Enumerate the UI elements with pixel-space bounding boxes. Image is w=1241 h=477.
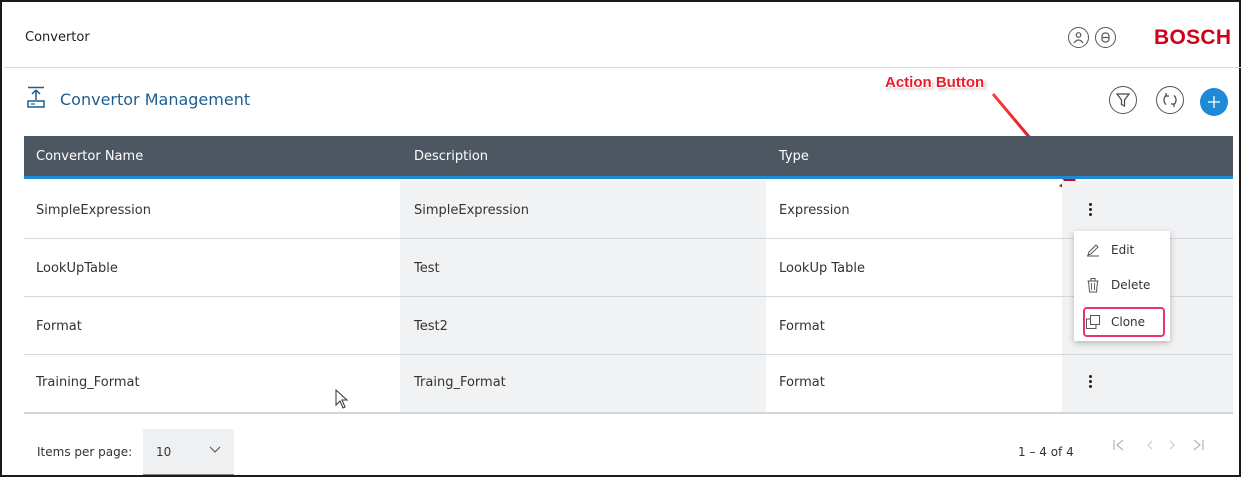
filter-button[interactable]: [1109, 86, 1137, 114]
cell-convertor-name: LookUpTable: [36, 261, 118, 276]
items-per-page-label: Items per page:: [37, 445, 133, 459]
column-header-type[interactable]: Type: [779, 149, 809, 164]
table-header: Convertor Name Description Type: [24, 136, 1233, 179]
app-frame: Convertor BOSCH Convertor Management Act…: [0, 0, 1241, 477]
cell-description: Test: [414, 261, 440, 276]
annotation-label: Action Button: [885, 74, 985, 91]
page-title: Convertor Management: [60, 90, 251, 109]
next-page-icon[interactable]: [1166, 438, 1178, 452]
table-row[interactable]: SimpleExpression SimpleExpression Expres…: [24, 181, 1233, 239]
menu-item-edit[interactable]: Edit: [1084, 237, 1166, 263]
cell-description: Traing_Format: [414, 375, 506, 390]
cell-description: Test2: [414, 319, 448, 334]
menu-item-delete[interactable]: Delete: [1084, 272, 1166, 298]
filter-icon: [1116, 93, 1130, 107]
table-row[interactable]: Training_Format Traing_Format Format: [24, 355, 1233, 413]
chevron-down-icon: [209, 446, 221, 453]
add-convertor-button[interactable]: [1200, 88, 1228, 116]
cell-convertor-name: Training_Format: [36, 375, 140, 390]
cell-convertor-name: Format: [36, 319, 82, 334]
column-header-description[interactable]: Description: [414, 149, 488, 164]
pagination-range: 1 – 4 of 4: [1018, 445, 1074, 459]
cell-type: Expression: [779, 203, 850, 218]
top-bar: Convertor BOSCH: [4, 4, 1241, 68]
items-per-page-value: 10: [156, 445, 172, 459]
cell-type: LookUp Table: [779, 261, 865, 276]
last-page-icon[interactable]: [1191, 438, 1205, 452]
trash-icon: [1084, 277, 1102, 293]
cell-convertor-name: SimpleExpression: [36, 203, 151, 218]
row-action-button[interactable]: [1082, 199, 1098, 219]
menu-item-label: Delete: [1111, 278, 1151, 292]
cell-shade: [400, 239, 766, 296]
pencil-icon: [1084, 243, 1102, 257]
clone-highlight-box: [1083, 307, 1165, 337]
app-title: Convertor: [25, 30, 90, 45]
refresh-icon: [1163, 93, 1177, 107]
bosch-logo: BOSCH: [1154, 26, 1232, 49]
add-icon: [1208, 96, 1220, 108]
table-row[interactable]: Format Test2 Format: [24, 297, 1233, 355]
items-per-page-select[interactable]: 10: [143, 429, 234, 475]
cell-type: Format: [779, 375, 825, 390]
refresh-button[interactable]: [1156, 86, 1184, 114]
cell-type: Format: [779, 319, 825, 334]
table-row[interactable]: LookUpTable Test LookUp Table: [24, 239, 1233, 297]
menu-item-label: Edit: [1111, 243, 1135, 257]
row-action-button[interactable]: [1082, 371, 1098, 391]
convertor-management-icon: [27, 86, 45, 108]
cell-shade: [400, 297, 766, 354]
cell-description: SimpleExpression: [414, 203, 529, 218]
table-bottom-divider: [24, 413, 1233, 414]
column-header-name[interactable]: Convertor Name: [36, 149, 143, 164]
first-page-icon[interactable]: [1112, 438, 1126, 452]
previous-page-icon[interactable]: [1144, 438, 1156, 452]
mouse-cursor-icon: [335, 389, 349, 409]
user-icon[interactable]: [1068, 27, 1089, 48]
help-icon[interactable]: [1095, 27, 1116, 48]
